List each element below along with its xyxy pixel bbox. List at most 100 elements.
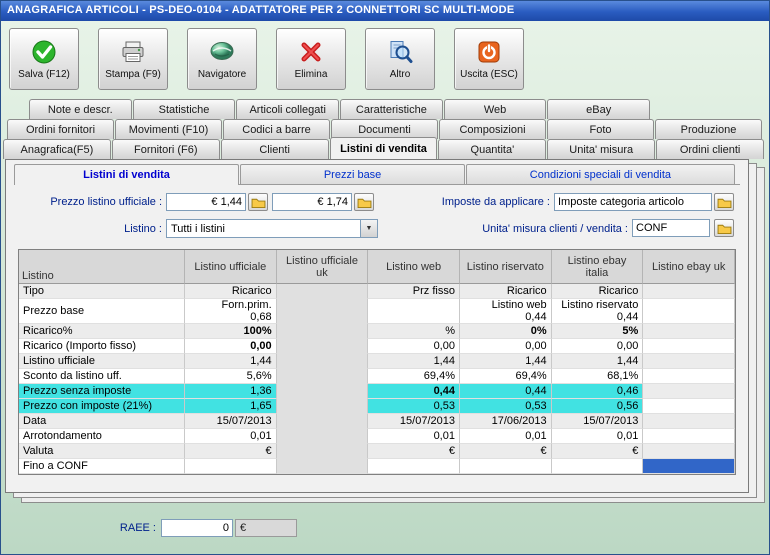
table-cell[interactable]: Prz fisso (368, 284, 460, 299)
tab-anagrafica[interactable]: Anagrafica(F5) (3, 139, 111, 159)
raee-input[interactable]: 0 (161, 519, 233, 537)
table-cell[interactable]: 0,01 (185, 429, 277, 444)
table-cell[interactable]: € (185, 444, 277, 459)
tab-ordini-clienti[interactable]: Ordini clienti (656, 139, 764, 159)
tab-caratteristiche[interactable]: Caratteristiche (340, 99, 443, 119)
tab-unita-misura[interactable]: Unita' misura (547, 139, 655, 159)
navigatore-button[interactable]: Navigatore (187, 28, 257, 90)
table-cell[interactable]: 0,01 (460, 429, 552, 444)
table-cell[interactable]: Forn.prim. 0,68 (185, 299, 277, 324)
prezzo-1-lookup-button[interactable] (248, 193, 268, 211)
table-cell[interactable] (368, 299, 460, 324)
table-cell[interactable]: 15/07/2013 (368, 414, 460, 429)
column-header[interactable]: Listino ufficiale (185, 250, 277, 284)
table-cell[interactable]: 0,01 (552, 429, 644, 444)
tab-ordini-fornitori[interactable]: Ordini fornitori (7, 119, 114, 139)
table-cell[interactable] (277, 284, 369, 299)
stampa-button[interactable]: Stampa (F9) (98, 28, 168, 90)
table-cell[interactable]: € (460, 444, 552, 459)
listino-dropdown[interactable]: Tutti i listini ▼ (166, 219, 378, 238)
table-cell[interactable]: 1,44 (185, 354, 277, 369)
table-cell[interactable]: 1,65 (185, 399, 277, 414)
unita-misura-input[interactable]: CONF (632, 219, 710, 237)
table-cell[interactable]: 0,00 (552, 339, 644, 354)
table-cell[interactable]: 0,53 (460, 399, 552, 414)
table-cell[interactable]: 0,56 (552, 399, 644, 414)
tab-note-e-descr[interactable]: Note e descr. (29, 99, 132, 119)
table-cell[interactable]: 0,44 (460, 384, 552, 399)
table-cell[interactable] (643, 324, 735, 339)
unita-misura-lookup-button[interactable] (714, 219, 734, 237)
table-cell[interactable] (277, 429, 369, 444)
table-cell[interactable] (277, 459, 369, 474)
table-cell[interactable]: 0,53 (368, 399, 460, 414)
tab-produzione[interactable]: Produzione (655, 119, 762, 139)
table-cell[interactable]: Listino riservato 0,44 (552, 299, 644, 324)
table-cell[interactable]: 1,44 (552, 354, 644, 369)
table-cell[interactable]: 0,00 (460, 339, 552, 354)
imposte-input[interactable]: Imposte categoria articolo (554, 193, 712, 211)
tab-movimenti[interactable]: Movimenti (F10) (115, 119, 222, 139)
table-cell[interactable]: 15/07/2013 (185, 414, 277, 429)
table-cell[interactable] (643, 299, 735, 324)
tab-composizioni[interactable]: Composizioni (439, 119, 546, 139)
table-cell[interactable]: 1,44 (368, 354, 460, 369)
table-cell[interactable] (277, 444, 369, 459)
tab-web[interactable]: Web (444, 99, 547, 119)
table-cell[interactable]: 5% (552, 324, 644, 339)
innertab-listini-di-vendita[interactable]: Listini di vendita (14, 164, 239, 185)
table-cell[interactable]: 0,44 (368, 384, 460, 399)
table-cell[interactable] (643, 339, 735, 354)
table-cell[interactable]: 0,00 (185, 339, 277, 354)
column-header[interactable]: Listino riservato (460, 250, 552, 284)
table-cell[interactable] (277, 384, 369, 399)
table-cell[interactable] (368, 459, 460, 474)
table-cell[interactable]: € (552, 444, 644, 459)
innertab-prezzi-base[interactable]: Prezzi base (240, 164, 465, 184)
table-cell[interactable]: 0% (460, 324, 552, 339)
prezzo-listino-input-2[interactable]: € 1,74 (272, 193, 352, 211)
prezzo-listino-input-1[interactable]: € 1,44 (166, 193, 246, 211)
title-bar[interactable]: ANAGRAFICA ARTICOLI - PS-DEO-0104 - ADAT… (1, 1, 769, 21)
table-cell[interactable] (643, 444, 735, 459)
table-cell[interactable]: 100% (185, 324, 277, 339)
table-cell[interactable] (552, 459, 644, 474)
table-cell[interactable] (643, 369, 735, 384)
table-cell[interactable]: 1,36 (185, 384, 277, 399)
table-cell[interactable]: 1,44 (460, 354, 552, 369)
table-cell[interactable] (277, 369, 369, 384)
tab-clienti[interactable]: Clienti (221, 139, 329, 159)
table-cell[interactable] (643, 399, 735, 414)
imposte-lookup-button[interactable] (714, 193, 734, 211)
table-cell[interactable] (277, 299, 369, 324)
table-cell[interactable] (643, 384, 735, 399)
table-cell[interactable]: Ricarico (552, 284, 644, 299)
elimina-button[interactable]: Elimina (276, 28, 346, 90)
table-cell[interactable] (185, 459, 277, 474)
altro-button[interactable]: Altro (365, 28, 435, 90)
tab-listini-di-vendita[interactable]: Listini di vendita (330, 137, 438, 159)
tab-quantita[interactable]: Quantita' (438, 139, 546, 159)
salva-button[interactable]: Salva (F12) (9, 28, 79, 90)
table-cell[interactable]: % (368, 324, 460, 339)
column-header[interactable]: Listino web (368, 250, 460, 284)
table-cell[interactable]: 17/06/2013 (460, 414, 552, 429)
table-cell[interactable]: 0,46 (552, 384, 644, 399)
tab-documenti[interactable]: Documenti (331, 119, 438, 139)
table-cell[interactable] (643, 284, 735, 299)
tab-codici-a-barre[interactable]: Codici a barre (223, 119, 330, 139)
column-header[interactable]: Listino ufficiale uk (277, 250, 369, 284)
table-cell[interactable] (460, 459, 552, 474)
table-cell[interactable]: 15/07/2013 (552, 414, 644, 429)
prezzo-2-lookup-button[interactable] (354, 193, 374, 211)
table-cell[interactable]: 0,00 (368, 339, 460, 354)
table-cell[interactable] (643, 414, 735, 429)
table-cell[interactable]: 0,01 (368, 429, 460, 444)
tab-articoli-collegati[interactable]: Articoli collegati (236, 99, 339, 119)
column-header[interactable]: Listino ebay italia (552, 250, 644, 284)
tab-ebay[interactable]: eBay (547, 99, 650, 119)
tab-statistiche[interactable]: Statistiche (133, 99, 236, 119)
table-cell[interactable]: € (368, 444, 460, 459)
column-header[interactable]: Listino (19, 250, 185, 284)
table-cell[interactable] (277, 339, 369, 354)
